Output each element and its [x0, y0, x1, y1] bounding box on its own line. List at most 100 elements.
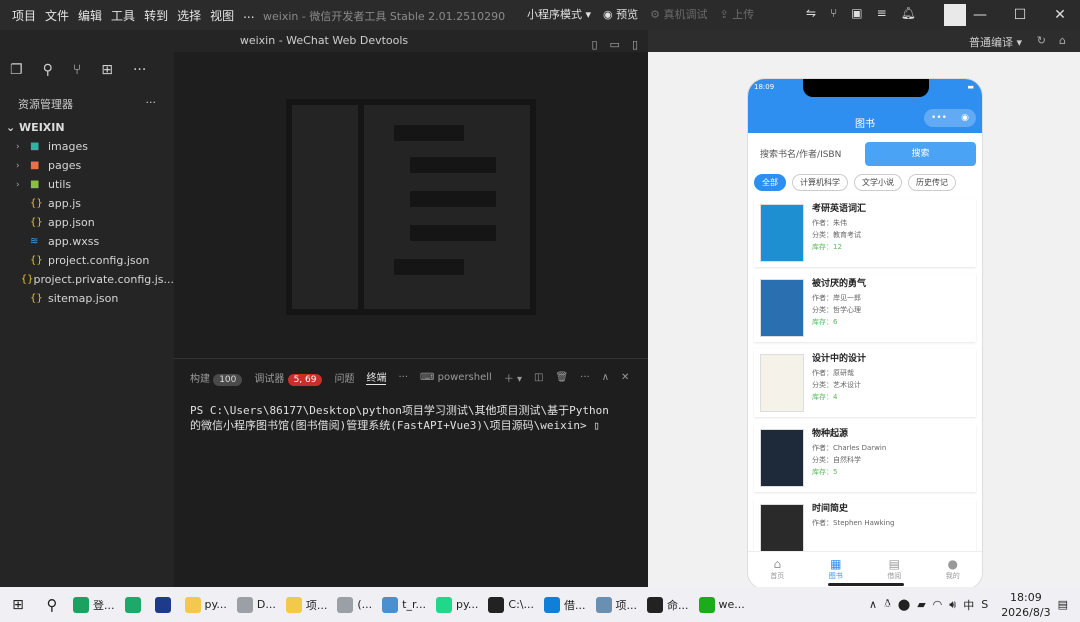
file-item[interactable]: {} project.private.config.js... — [0, 270, 174, 289]
new-terminal-icon[interactable]: ＋ ▾ — [504, 370, 522, 385]
taskbar-app[interactable]: py... — [180, 587, 232, 622]
category-tab[interactable]: 文学小说 — [854, 174, 902, 191]
taskbar-app[interactable] — [120, 587, 150, 622]
branch-icon[interactable]: ⑂ — [830, 6, 837, 20]
terminal-output[interactable]: PS C:\Users\86177\Desktop\python项目学习测试\其… — [174, 395, 648, 441]
file-name: project.private.config.js... — [33, 273, 175, 286]
nvidia-icon[interactable]: ▰ — [917, 598, 925, 611]
file-item[interactable]: › ■ utils — [0, 175, 174, 194]
menu-item[interactable]: 转到 — [144, 7, 168, 24]
taskbar-app[interactable]: 命... — [642, 587, 694, 622]
wps-icon[interactable]: S — [981, 598, 988, 611]
taskbar-app[interactable]: (... — [332, 587, 377, 622]
simulator: 18:09 ▬ 图书 ••• ◉ 搜索书名/作者/ISBN 搜索 全部 计算机科学… — [648, 52, 1080, 590]
explorer-root[interactable]: ⌄ WEIXIN — [0, 118, 174, 137]
refresh-icon[interactable]: ↻ — [1037, 34, 1046, 47]
layout-icon[interactable]: ▣ — [851, 6, 862, 20]
chevron-up-icon[interactable]: ∧ — [869, 598, 877, 611]
real-debug-button[interactable]: ⚙ 真机调试 — [650, 6, 707, 22]
source-control-icon[interactable]: ⑂ — [73, 62, 81, 80]
taskbar-app[interactable]: we... — [694, 587, 750, 622]
file-item[interactable]: {} sitemap.json — [0, 289, 174, 308]
category-tab[interactable]: 计算机科学 — [792, 174, 848, 191]
trash-icon[interactable]: 🗑︎ — [555, 372, 568, 383]
battery-icon: ▬ — [967, 83, 974, 91]
wifi-icon[interactable]: ◠ — [933, 598, 943, 611]
maximize-panel-icon[interactable]: ∧ — [602, 372, 609, 383]
close-button[interactable]: ✕ — [1040, 0, 1080, 30]
preview-button[interactable]: ◉ 预览 — [603, 6, 638, 22]
json-file-icon: {} — [30, 217, 43, 228]
taskbar-app[interactable]: t_r... — [377, 587, 431, 622]
minimize-button[interactable]: — — [960, 0, 1000, 30]
close-circle-icon[interactable]: ◉ — [961, 113, 969, 123]
taskbar-app-label: 登... — [93, 598, 115, 612]
more-actions-icon[interactable]: ··· — [146, 96, 157, 112]
notification-icon[interactable]: ▤ — [1058, 598, 1068, 611]
file-item[interactable]: › ■ images — [0, 137, 174, 156]
taskbar-app[interactable]: 登... — [68, 587, 120, 622]
panel-more-icon[interactable]: ··· — [580, 372, 590, 383]
category-tab[interactable]: 全部 — [754, 174, 786, 191]
qq-icon[interactable]: 🐧︎ — [884, 597, 891, 612]
taskbar-app-label: we... — [718, 598, 745, 611]
menu-icon[interactable]: ≡ — [877, 6, 887, 20]
mode-select[interactable]: 小程序模式 ▾ — [527, 6, 591, 22]
bell-icon[interactable]: 🔔︎ — [901, 6, 916, 20]
taskbar-app[interactable]: C:\... — [483, 587, 539, 622]
menu-item[interactable]: ... — [243, 7, 254, 24]
menu-item[interactable]: 选择 — [177, 7, 201, 24]
search-input[interactable]: 搜索书名/作者/ISBN — [754, 141, 859, 166]
close-panel-icon[interactable]: ✕ — [621, 372, 629, 383]
file-item[interactable]: {} app.js — [0, 194, 174, 213]
file-item[interactable]: {} project.config.json — [0, 251, 174, 270]
tab-problems[interactable]: 问题 — [334, 370, 354, 385]
files-icon[interactable]: ❐ — [10, 62, 23, 80]
maximize-button[interactable]: ☐ — [1000, 0, 1040, 30]
extensions-icon[interactable]: ⊞ — [101, 62, 113, 80]
start-button[interactable]: ⊞ — [0, 587, 36, 622]
split-terminal-icon[interactable]: ◫ — [534, 372, 543, 383]
menu-item[interactable]: 编辑 — [78, 7, 102, 24]
taskbar-app[interactable]: py... — [431, 587, 483, 622]
taskbar-app[interactable]: 项... — [281, 587, 333, 622]
more-tabs-icon[interactable]: ··· — [398, 372, 408, 383]
file-item[interactable]: ≋ app.wxss — [0, 232, 174, 251]
search-icon[interactable]: ⚲ — [43, 62, 53, 80]
menu-item[interactable]: 项目 — [12, 7, 36, 24]
file-item[interactable]: {} app.json — [0, 213, 174, 232]
clear-cache-icon[interactable]: ⌂ — [1059, 34, 1066, 47]
terminal-shell-select[interactable]: ⌨ powershell — [420, 372, 492, 383]
tab-terminal[interactable]: 终端 — [366, 369, 387, 385]
taskbar-app[interactable]: D... — [232, 587, 281, 622]
book-card[interactable]: 被讨厌的勇气 作者：岸见一郎 分类：哲学心理 库存：6 — [754, 274, 976, 342]
search-button-taskbar[interactable]: ⚲ — [36, 587, 68, 622]
taskbar-app[interactable] — [150, 587, 180, 622]
capsule-menu[interactable]: ••• ◉ — [924, 109, 976, 127]
tab-console[interactable]: 构建 100 — [190, 370, 243, 386]
taskbar-app[interactable]: 项... — [591, 587, 643, 622]
file-item[interactable]: › ■ pages — [0, 156, 174, 175]
taskbar-app[interactable]: 借... — [539, 587, 591, 622]
category-tab[interactable]: 历史传记 — [908, 174, 956, 191]
volume-icon[interactable]: 🔊︎ — [949, 598, 956, 612]
menu-item[interactable]: 工具 — [111, 7, 135, 24]
more-icon[interactable]: ··· — [133, 62, 146, 80]
book-card[interactable]: 物种起源 作者：Charles Darwin 分类：自然科学 库存：5 — [754, 424, 976, 492]
tabbar-item[interactable]: ● 我的 — [924, 552, 983, 589]
switch-icon[interactable]: ⇋ — [806, 6, 816, 20]
book-card[interactable]: 设计中的设计 作者：原研哉 分类：艺术设计 库存：4 — [754, 349, 976, 417]
tabbar-item[interactable]: ⌂ 首页 — [748, 552, 807, 589]
app-icon[interactable]: ⬤ — [898, 598, 910, 611]
menu-item[interactable]: 文件 — [45, 7, 69, 24]
ime-icon[interactable]: 中 — [963, 597, 974, 613]
more-dots-icon[interactable]: ••• — [931, 113, 947, 123]
upload-button[interactable]: ⇪ 上传 — [720, 6, 755, 22]
book-card[interactable]: 考研英语词汇 作者：朱伟 分类：教育考试 库存：12 — [754, 199, 976, 267]
phone-navbar: 18:09 ▬ 图书 ••• ◉ — [748, 79, 982, 133]
tab-debugger[interactable]: 调试器 5, 69 — [254, 370, 323, 386]
menu-item[interactable]: 视图 — [210, 7, 234, 24]
compile-mode-select[interactable]: 普通编译 ▾ — [969, 34, 1022, 50]
search-button[interactable]: 搜索 — [865, 141, 976, 166]
clock[interactable]: 18:09 2026/8/3 — [1001, 590, 1050, 620]
